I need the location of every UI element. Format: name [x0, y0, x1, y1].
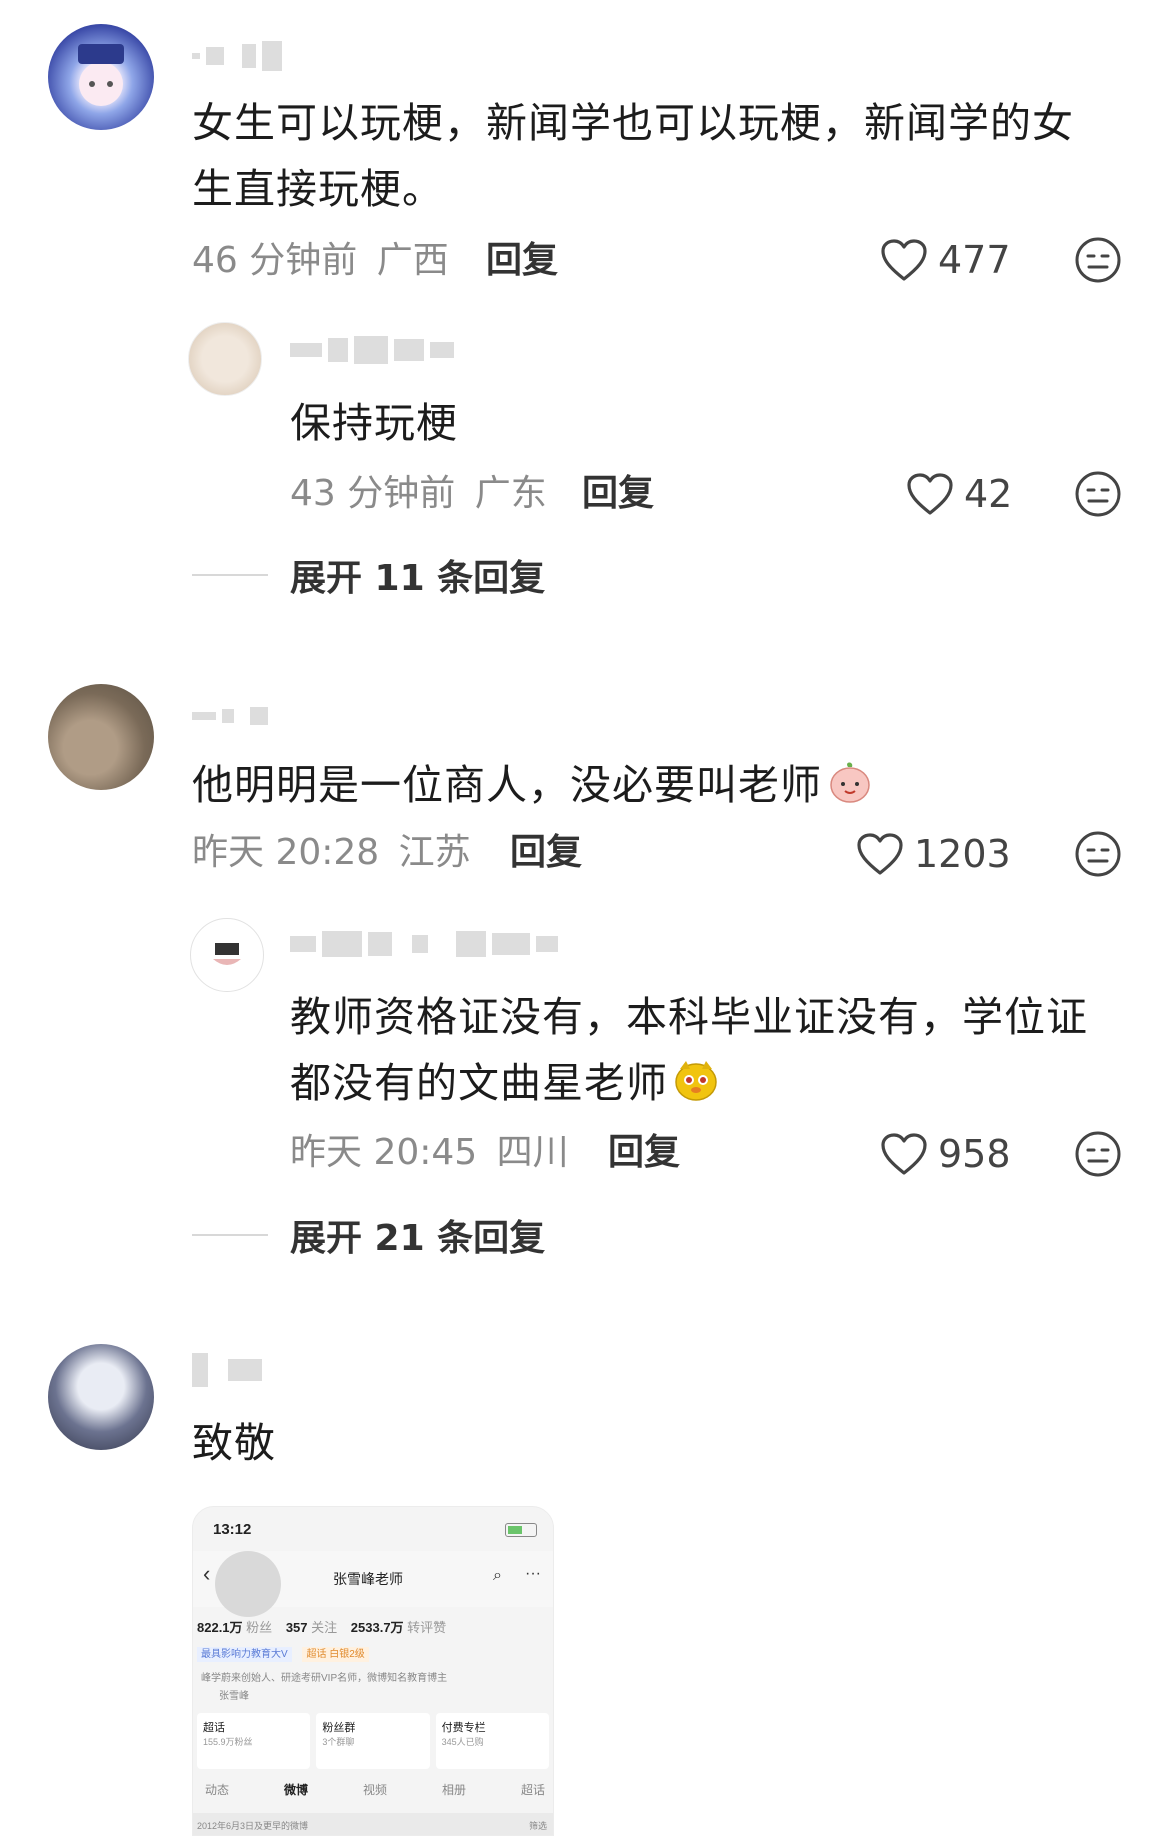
comment-meta: 46 分钟前 广西	[192, 236, 449, 286]
shot-bio: 峰学蔚来创始人、研途考研VIP名师，微博知名教育博主	[201, 1673, 448, 1684]
divider-line	[192, 1234, 268, 1236]
like-count: 1203	[914, 832, 1011, 876]
reply-time: 43 分钟前	[290, 473, 456, 514]
commenter-avatar[interactable]	[48, 684, 154, 790]
expand-replies-button[interactable]: 展开 11 条回复	[192, 550, 545, 600]
peach-sticker-icon	[830, 762, 870, 803]
commenter-avatar[interactable]	[48, 1344, 154, 1450]
heart-icon	[857, 833, 903, 875]
comment-time: 46 分钟前	[192, 240, 358, 281]
heart-icon	[881, 1133, 927, 1175]
heart-icon	[907, 473, 953, 515]
comment-location: 江苏	[398, 832, 471, 873]
comment-location: 广西	[376, 240, 449, 281]
shot-profile-name: 张雪峰老师	[333, 1571, 403, 1587]
attached-screenshot-image[interactable]: 13:12 ‹ 张雪峰老师 ⌕ ··· 822.1万 粉丝 357 关注 253…	[192, 1506, 554, 1836]
shot-back-icon: ‹	[203, 1561, 211, 1586]
expand-replies-button[interactable]: 展开 21 条回复	[192, 1210, 545, 1260]
like-count: 477	[938, 238, 1011, 282]
comment-text-content: 他明明是一位商人，没必要叫老师	[192, 761, 822, 809]
reply-button[interactable]: 回复	[510, 828, 582, 878]
shot-tabs: 动态 微博 视频 相册 超话	[205, 1783, 545, 1797]
dislike-icon[interactable]	[1074, 1130, 1122, 1178]
heart-icon	[881, 239, 927, 281]
shot-battery-icon	[505, 1523, 537, 1537]
comment-text: 致敬	[192, 1419, 276, 1467]
expand-replies-label: 展开 21 条回复	[290, 1218, 546, 1259]
dislike-icon[interactable]	[1074, 470, 1122, 518]
commenter-name-blurred[interactable]	[192, 36, 282, 76]
shot-badges: 最具影响力教育大V 超话 白银2级	[197, 1645, 369, 1662]
reply-button[interactable]: 回复	[582, 469, 654, 519]
comment-text: 他明明是一位商人，没必要叫老师	[192, 752, 874, 818]
reply-location: 四川	[496, 1132, 569, 1173]
reply-name-blurred[interactable]	[290, 924, 558, 964]
shot-stats: 822.1万 粉丝 357 关注 2533.7万 转评赞	[197, 1620, 447, 1635]
shot-status-time: 13:12	[213, 1521, 252, 1538]
shot-search-icon: ⌕	[493, 1567, 502, 1584]
like-button[interactable]: 477	[880, 232, 1011, 288]
shot-avatar	[215, 1551, 281, 1617]
dog-sticker-icon	[675, 1061, 717, 1101]
reply-button[interactable]: 回复	[608, 1128, 680, 1178]
reply-name-blurred[interactable]	[290, 330, 454, 370]
reply-text: 保持玩梗	[290, 399, 458, 447]
shot-cards: 超话 155.9万粉丝 粉丝群 3个群聊 付费专栏 345人已购	[197, 1713, 549, 1769]
dislike-icon[interactable]	[1074, 830, 1122, 878]
like-count: 42	[964, 472, 1013, 516]
commenter-name-blurred[interactable]	[192, 1350, 262, 1390]
commenter-avatar[interactable]	[48, 24, 154, 130]
commenter-name-blurred[interactable]	[192, 696, 268, 736]
shot-footer: 2012年6月3日及更早的微博 筛选	[193, 1813, 553, 1835]
expand-replies-label: 展开 11 条回复	[290, 558, 546, 599]
like-button[interactable]: 958	[880, 1126, 1011, 1182]
reply-button[interactable]: 回复	[486, 236, 558, 286]
like-count: 958	[938, 1132, 1011, 1176]
dislike-icon[interactable]	[1074, 236, 1122, 284]
comment-meta: 昨天 20:28 江苏	[192, 828, 471, 878]
comment-text: 女生可以玩梗，新闻学也可以玩梗，新闻学的女生直接玩梗。	[192, 99, 1074, 213]
reply-avatar[interactable]	[190, 918, 264, 992]
comment-time: 昨天 20:28	[192, 832, 380, 873]
like-button[interactable]: 42	[906, 466, 1012, 522]
reply-location: 广东	[474, 473, 547, 514]
reply-meta: 昨天 20:45 四川	[290, 1128, 569, 1178]
shot-bio-2: 张雪峰	[219, 1691, 249, 1702]
reply-time: 昨天 20:45	[290, 1132, 478, 1173]
like-button[interactable]: 1203	[856, 826, 1011, 882]
reply-text: 教师资格证没有，本科毕业证没有，学位证都没有的文曲星老师	[290, 984, 1120, 1116]
shot-more-icon: ···	[525, 1565, 541, 1582]
divider-line	[192, 574, 268, 576]
reply-meta: 43 分钟前 广东	[290, 469, 547, 519]
reply-avatar[interactable]	[188, 322, 262, 396]
